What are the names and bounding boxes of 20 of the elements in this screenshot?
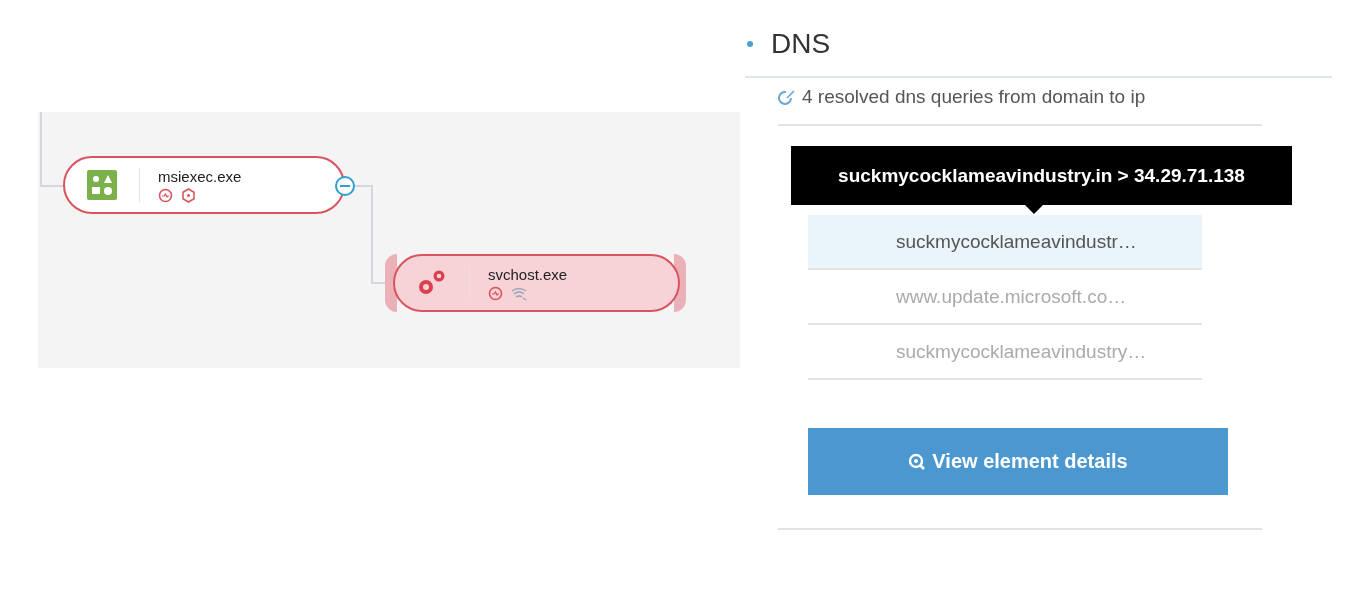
tooltip: suckmycocklameavindustry.in > 34.29.71.138 (791, 146, 1292, 205)
activity-icon (158, 187, 173, 203)
network-icon (511, 285, 528, 301)
process-node[interactable]: svchost.exe (393, 254, 680, 312)
bullet-dot (747, 41, 753, 47)
process-node[interactable]: msiexec.exe (63, 156, 345, 214)
search-icon (908, 452, 927, 471)
minus-icon (340, 185, 350, 187)
collapse-button[interactable] (335, 176, 355, 196)
process-name: svchost.exe (488, 265, 568, 283)
node-handle[interactable] (385, 254, 397, 312)
process-name: msiexec.exe (158, 167, 242, 185)
hexagon-icon (181, 187, 196, 203)
shapes-icon (87, 170, 117, 200)
section-title: DNS (771, 28, 831, 60)
tooltip-arrow (1025, 205, 1043, 214)
resolve-icon (778, 89, 796, 105)
dns-query-row[interactable]: suckmycocklameavindustr… (808, 215, 1202, 270)
activity-icon (488, 285, 503, 301)
summary-text: 4 resolved dns queries from domain to ip (802, 86, 1146, 108)
